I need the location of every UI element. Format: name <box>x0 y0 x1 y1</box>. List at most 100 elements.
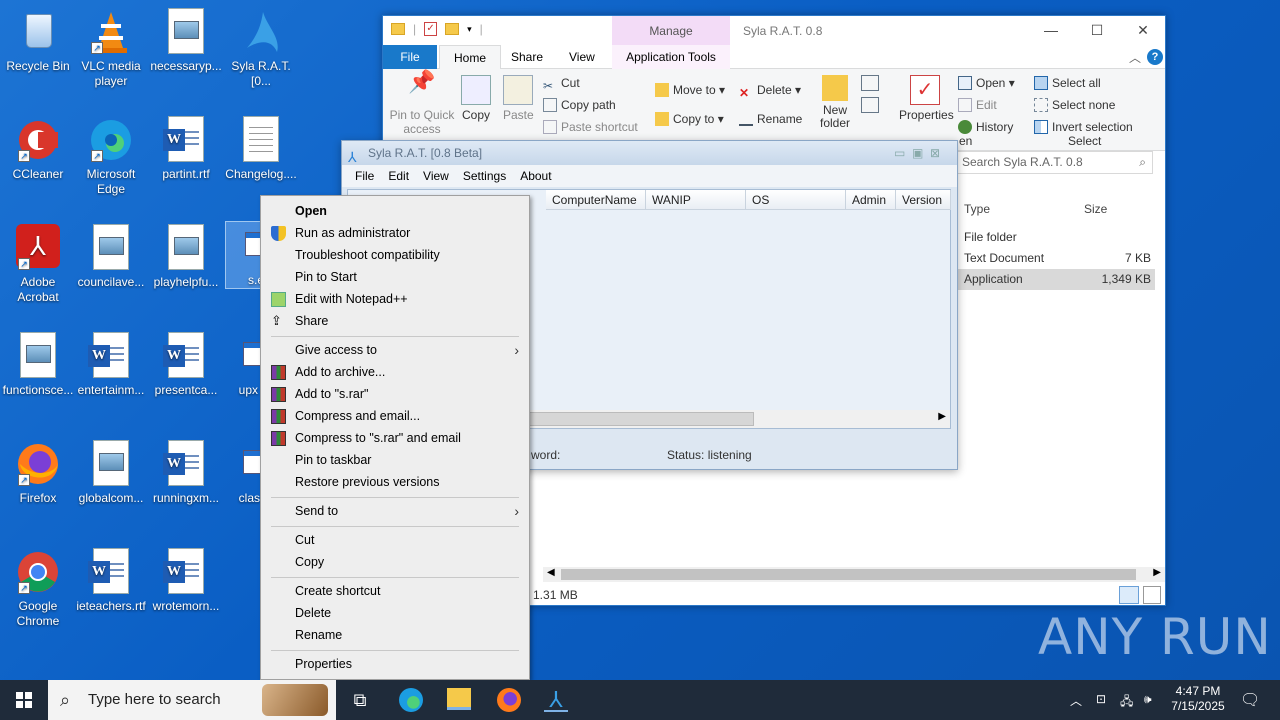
desktop-icon-file[interactable]: councilave... <box>73 224 149 290</box>
clock[interactable]: 4:47 PM 7/15/2025 <box>1162 684 1234 714</box>
properties-check-icon[interactable]: ✓ <box>424 22 438 36</box>
list-scroll-right-icon[interactable]: ▶ <box>938 411 946 422</box>
scroll-thumb[interactable] <box>561 569 1136 580</box>
desktop-icon-file[interactable]: W presentca... <box>148 332 224 398</box>
paste-shortcut-button[interactable]: Paste shortcut <box>543 120 638 134</box>
details-view-icon[interactable] <box>1119 586 1139 604</box>
scroll-right-icon[interactable]: ▶ <box>1153 567 1161 578</box>
column-type[interactable]: Type <box>964 202 990 216</box>
rename-button[interactable]: Rename <box>739 112 802 126</box>
desktop-icon-file[interactable]: W ieteachers.rtf <box>73 548 149 614</box>
column-wanip[interactable]: WANIP <box>646 190 746 210</box>
invert-selection-button[interactable]: Invert selection <box>1034 120 1133 134</box>
column-size[interactable]: Size <box>1084 202 1107 216</box>
menu-run-as-admin[interactable]: Run as administrator <box>261 222 529 244</box>
column-os[interactable]: OS <box>746 190 846 210</box>
scroll-left-icon[interactable]: ◀ <box>547 567 555 578</box>
meet-now-icon[interactable]: ⊡ <box>1096 692 1106 706</box>
horizontal-scrollbar[interactable]: ◀ ▶ <box>543 567 1165 582</box>
desktop-icon-recycle-bin[interactable]: Recycle Bin <box>0 8 76 74</box>
menu-delete[interactable]: Delete <box>261 602 529 624</box>
close-button[interactable]: ✕ <box>1120 16 1166 45</box>
rat-close-button[interactable]: ⊠ <box>930 141 940 165</box>
rat-minimize-button[interactable]: ▭ <box>894 141 905 165</box>
edge-taskbar-icon[interactable] <box>399 688 423 712</box>
column-computer-name[interactable]: ComputerName <box>546 190 646 210</box>
file-row[interactable]: Text Document 7 KB <box>958 248 1155 269</box>
new-folder-icon[interactable] <box>445 23 460 35</box>
menu-about[interactable]: About <box>513 165 558 187</box>
new-item-icon[interactable] <box>861 75 879 91</box>
desktop-icon-file[interactable]: functionsce... <box>0 332 76 398</box>
menu-open[interactable]: Open <box>261 200 529 222</box>
pin-quick-access-button[interactable]: 📌 Pin to Quick access <box>389 71 455 137</box>
syla-rat-taskbar-icon[interactable]: ⅄ <box>544 688 568 712</box>
file-explorer-taskbar-icon[interactable] <box>447 688 471 710</box>
menu-add-to-archive[interactable]: Add to archive... <box>261 361 529 383</box>
menu-send-to[interactable]: Send to › <box>261 500 529 522</box>
desktop-icon-upx[interactable]: upx <box>226 332 262 398</box>
desktop-icon-syla-folder[interactable]: Syla R.A.T.[0... <box>223 8 299 89</box>
select-all-button[interactable]: Select all <box>1034 76 1101 90</box>
menu-properties[interactable]: Properties <box>261 653 529 675</box>
desktop-icon-edge[interactable]: ↗ Microsoft Edge <box>73 116 149 197</box>
desktop-icon-firefox[interactable]: ↗ Firefox <box>0 440 76 506</box>
menu-create-shortcut[interactable]: Create shortcut <box>261 580 529 602</box>
desktop-icon-file[interactable]: necessaryp... <box>148 8 224 74</box>
menu-copy[interactable]: Copy <box>261 551 529 573</box>
network-icon[interactable]: 🖧 <box>1120 692 1133 713</box>
collapse-ribbon-icon[interactable]: ︿ <box>1129 49 1141 66</box>
menu-give-access[interactable]: Give access to › <box>261 339 529 361</box>
cut-button[interactable]: ✂ Cut <box>543 76 580 93</box>
desktop-icon-file[interactable]: W partint.rtf <box>148 116 224 182</box>
menu-pin-to-start[interactable]: Pin to Start <box>261 266 529 288</box>
desktop-icon-ccleaner[interactable]: ↗ CCleaner <box>0 116 76 182</box>
desktop-icon-file[interactable]: W entertainm... <box>73 332 149 398</box>
desktop-icon-file[interactable]: globalcom... <box>73 440 149 506</box>
desktop-icon-vlc[interactable]: ↗ VLC media player <box>73 8 149 89</box>
menu-restore-versions[interactable]: Restore previous versions <box>261 471 529 493</box>
menu-view[interactable]: View <box>416 165 456 187</box>
menu-add-to-rar[interactable]: Add to "s.rar" <box>261 383 529 405</box>
copy-path-button[interactable]: Copy path <box>543 98 616 112</box>
tab-share[interactable]: Share <box>497 45 557 70</box>
menu-share[interactable]: ⇪ Share <box>261 310 529 332</box>
notifications-icon[interactable]: 🗨 <box>1240 690 1260 710</box>
menu-pin-to-taskbar[interactable]: Pin to taskbar <box>261 449 529 471</box>
menu-compress-email[interactable]: Compress and email... <box>261 405 529 427</box>
customize-dropdown-icon[interactable]: ▾ <box>467 24 472 35</box>
explorer-titlebar[interactable]: | ✓ ▾ | Manage Syla R.A.T. 0.8 — ☐ ✕ <box>383 16 1165 45</box>
file-row[interactable]: File folder <box>958 227 1155 248</box>
desktop-icon-clas[interactable]: clas <box>226 440 262 506</box>
edit-button[interactable]: Edit <box>958 98 997 112</box>
desktop-icon-file[interactable]: W wrotemorn... <box>148 548 224 614</box>
tab-application-tools[interactable]: Application Tools <box>612 45 730 70</box>
properties-button[interactable]: ✓ Properties <box>899 75 954 122</box>
column-version[interactable]: Version <box>896 190 951 210</box>
easy-access-icon[interactable] <box>861 97 879 113</box>
task-view-icon[interactable]: ⧉ <box>348 688 372 712</box>
desktop-icon-acrobat[interactable]: ⅄ ↗ Adobe Acrobat <box>0 224 76 305</box>
firefox-taskbar-icon[interactable] <box>497 688 521 712</box>
rat-maximize-button[interactable]: ▣ <box>912 141 923 165</box>
show-hidden-icons[interactable]: ︿ <box>1070 692 1082 709</box>
select-none-button[interactable]: Select none <box>1034 98 1115 112</box>
menu-edit[interactable]: Edit <box>381 165 416 187</box>
desktop-icon-chrome[interactable]: ↗ Google Chrome <box>0 548 76 629</box>
copy-button[interactable]: Copy <box>461 75 491 122</box>
desktop-icon-file[interactable]: Changelog.... <box>223 116 299 182</box>
menu-rename[interactable]: Rename <box>261 624 529 646</box>
rat-titlebar[interactable]: ⅄ Syla R.A.T. [0.8 Beta] ▭ ▣ ⊠ <box>342 141 957 165</box>
tab-view[interactable]: View <box>555 45 609 70</box>
large-icons-view-icon[interactable] <box>1143 586 1161 604</box>
tab-home[interactable]: Home <box>439 45 502 70</box>
list-scroll-thumb[interactable] <box>528 412 754 426</box>
start-button[interactable] <box>0 680 48 720</box>
desktop-icon-file[interactable]: W runningxm... <box>148 440 224 506</box>
desktop-icon-file[interactable]: playhelpfu... <box>148 224 224 290</box>
new-folder-button[interactable]: New folder <box>817 75 853 130</box>
volume-icon[interactable]: 🕪 <box>1144 692 1152 707</box>
menu-edit-notepadpp[interactable]: Edit with Notepad++ <box>261 288 529 310</box>
taskbar-search-box[interactable]: ⌕ Type here to search <box>48 680 336 720</box>
delete-button[interactable]: ✕ Delete ▾ <box>739 83 801 100</box>
